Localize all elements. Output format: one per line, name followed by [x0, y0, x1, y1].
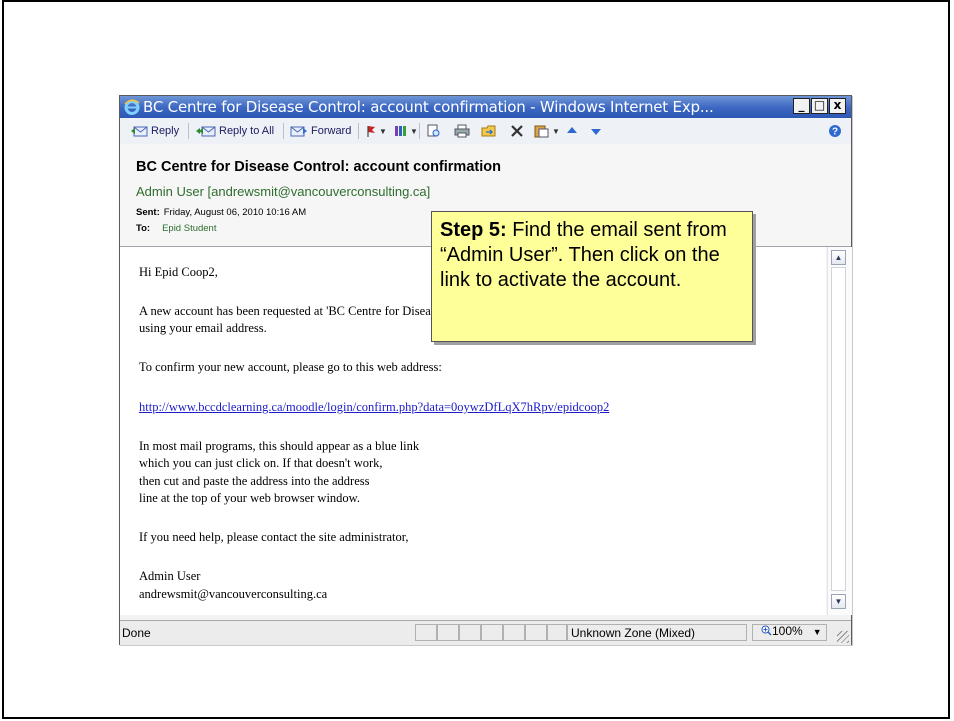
- status-panel: [503, 624, 525, 641]
- status-panel: [415, 624, 437, 641]
- arrow-down-icon: ▼: [834, 597, 843, 606]
- reply-all-icon: [196, 126, 216, 137]
- forward-label: Forward: [311, 125, 352, 137]
- print-preview-icon: [427, 124, 440, 137]
- help-icon: ?: [829, 125, 841, 138]
- mail-window: BC Centre for Disease Control: account c…: [119, 95, 852, 645]
- internet-explorer-icon: [124, 99, 140, 115]
- delete-button[interactable]: [510, 122, 524, 140]
- previous-item-button[interactable]: [566, 122, 578, 140]
- move-to-folder-button[interactable]: [481, 122, 497, 140]
- body-paragraph: In most mail programs, this should appea…: [139, 439, 420, 453]
- status-panel: [547, 624, 567, 641]
- sent-value: Friday, August 06, 2010 10:16 AM: [163, 207, 307, 218]
- security-zone: Unknown Zone (Mixed): [571, 626, 696, 640]
- body-greeting: Hi Epid Coop2,: [139, 265, 218, 279]
- zoom-control[interactable]: 100% ▼: [761, 624, 822, 638]
- flag-icon: [367, 126, 375, 137]
- paste-button[interactable]: ▼: [534, 122, 560, 140]
- sent-row: Sent: Friday, August 06, 2010 10:16 AM: [136, 207, 306, 218]
- body-paragraph: To confirm your new account, please go t…: [139, 360, 442, 374]
- arrow-up-icon: [567, 127, 577, 133]
- scroll-up-button[interactable]: ▲: [831, 250, 846, 265]
- chevron-down-icon: ▼: [410, 126, 418, 136]
- body-paragraph: line at the top of your web browser wind…: [139, 491, 361, 505]
- status-text: Done: [122, 626, 151, 640]
- signature-email: andrewsmit@vancouverconsulting.ca: [139, 587, 328, 601]
- zoom-level: 100%: [772, 624, 803, 638]
- categorize-button[interactable]: ▼: [394, 122, 418, 140]
- message-subject: BC Centre for Disease Control: account c…: [136, 159, 501, 175]
- to-row: To: Epid Student: [136, 223, 216, 234]
- maximize-button[interactable]: □: [811, 98, 828, 114]
- folder-move-icon: [481, 125, 496, 137]
- body-paragraph: which you can just click on. If that doe…: [139, 456, 383, 470]
- reply-all-button[interactable]: Reply to All: [196, 122, 274, 140]
- help-button[interactable]: ?: [828, 122, 842, 140]
- reply-all-label: Reply to All: [219, 125, 275, 137]
- to-value[interactable]: Epid Student: [162, 223, 216, 234]
- reply-icon: [131, 126, 148, 137]
- print-button[interactable]: [454, 122, 470, 140]
- svg-text:?: ?: [832, 127, 838, 138]
- window-title: BC Centre for Disease Control: account c…: [143, 98, 714, 116]
- body-paragraph: then cut and paste the address into the …: [139, 474, 370, 488]
- chevron-down-icon: ▼: [379, 126, 387, 136]
- print-icon: [454, 124, 470, 138]
- scroll-track[interactable]: [831, 267, 846, 591]
- toolbar-separator: [283, 123, 284, 139]
- next-item-button[interactable]: [590, 122, 602, 140]
- status-bar: Done Unknown Zone (Mixed) 100% ▼: [120, 620, 851, 645]
- delete-icon: [511, 125, 523, 137]
- toolbar: Reply Reply to All Forward ▼ ▼ ▼ ?: [120, 118, 851, 145]
- signature-name: Admin User: [139, 569, 201, 583]
- resize-grip[interactable]: [837, 631, 849, 643]
- status-panel: [525, 624, 547, 641]
- body-paragraph: If you need help, please contact the sit…: [139, 530, 409, 544]
- scroll-down-button[interactable]: ▼: [831, 594, 846, 609]
- forward-button[interactable]: Forward: [290, 122, 351, 140]
- toolbar-separator: [358, 123, 359, 139]
- status-panel: [459, 624, 481, 641]
- follow-up-flag-button[interactable]: ▼: [365, 122, 387, 140]
- body-paragraph: using your email address.: [139, 321, 267, 335]
- instruction-callout: Step 5: Find the email sent from “Admin …: [431, 211, 753, 342]
- minimize-button[interactable]: _: [793, 98, 810, 114]
- print-preview-button[interactable]: [426, 122, 442, 140]
- chevron-down-icon: ▼: [812, 627, 822, 637]
- title-bar[interactable]: BC Centre for Disease Control: account c…: [120, 96, 851, 118]
- to-label: To:: [136, 223, 151, 234]
- categories-icon: [395, 126, 406, 136]
- paste-icon: [534, 125, 549, 138]
- arrow-down-icon: [591, 129, 601, 135]
- zoom-icon: [761, 625, 772, 636]
- callout-step: Step 5:: [440, 219, 507, 241]
- reply-button[interactable]: Reply: [130, 122, 179, 140]
- vertical-scrollbar[interactable]: ▲ ▼: [827, 247, 852, 615]
- status-panel: [437, 624, 459, 641]
- arrow-up-icon: ▲: [834, 253, 843, 262]
- toolbar-separator: [419, 123, 420, 139]
- message-from[interactable]: Admin User [andrewsmit@vancouverconsulti…: [136, 184, 430, 199]
- confirmation-link[interactable]: http://www.bccdclearning.ca/moodle/login…: [139, 399, 609, 415]
- sent-label: Sent:: [136, 207, 160, 218]
- forward-icon: [290, 126, 307, 137]
- status-panel: [481, 624, 503, 641]
- chevron-down-icon: ▼: [552, 126, 560, 136]
- close-button[interactable]: x: [829, 98, 846, 114]
- reply-label: Reply: [151, 125, 180, 137]
- toolbar-separator: [188, 123, 189, 139]
